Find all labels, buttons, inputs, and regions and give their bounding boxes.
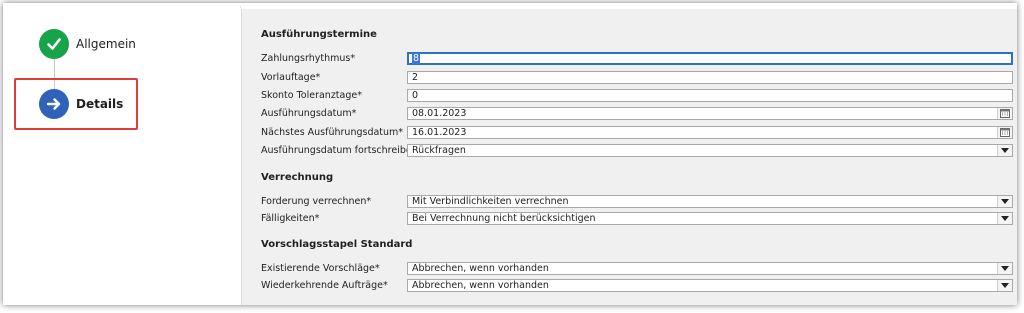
field-label: Ausführungsdatum* bbox=[261, 108, 357, 119]
wizard-step-label: Allgemein bbox=[76, 37, 136, 51]
chevron-down-icon[interactable] bbox=[997, 263, 1012, 274]
field-value: 0 bbox=[412, 90, 419, 101]
arrow-right-icon bbox=[39, 89, 69, 119]
field-value: 08.01.2023 bbox=[412, 108, 467, 119]
field-value: Mit Verbindlichkeiten verrechnen bbox=[412, 196, 569, 207]
zahlungsrhythmus-input[interactable]: 8 bbox=[407, 52, 1013, 65]
wizard-step-details[interactable]: Details bbox=[39, 89, 123, 119]
field-label: Forderung verrechnen* bbox=[261, 196, 372, 207]
section-title-verrechnung: Verrechnung bbox=[261, 172, 334, 183]
wiederkehrende-auftraege-select[interactable]: Abbrechen, wenn vorhanden bbox=[407, 279, 1013, 292]
field-value: Abbrechen, wenn vorhanden bbox=[412, 263, 549, 274]
wizard-nav: Allgemein Details bbox=[3, 3, 240, 305]
field-label: Fälligkeiten* bbox=[261, 213, 320, 224]
section-title-vorschlagsstapel: Vorschlagsstapel Standard bbox=[261, 239, 413, 250]
field-value: 8 bbox=[412, 53, 421, 64]
skonto-toleranztage-input[interactable]: 0 bbox=[407, 89, 1013, 102]
details-form: Ausführungstermine Zahlungsrhythmus* 8 V… bbox=[241, 9, 1017, 305]
naechstes-ausfuehrungsdatum-input[interactable]: 16.01.2023 bbox=[407, 126, 1013, 139]
dialog-frame: Allgemein Details Ausführungstermine Zah… bbox=[3, 3, 1017, 305]
field-label: Skonto Toleranztage* bbox=[261, 90, 362, 101]
chevron-down-icon[interactable] bbox=[997, 196, 1012, 207]
calendar-icon[interactable] bbox=[997, 127, 1012, 138]
forderung-verrechnen-select[interactable]: Mit Verbindlichkeiten verrechnen bbox=[407, 195, 1013, 208]
field-value: Rückfragen bbox=[412, 145, 466, 156]
field-label: Vorlauftage* bbox=[261, 72, 321, 83]
section-title-ausfuehrungstermine: Ausführungstermine bbox=[261, 29, 377, 40]
wizard-step-label: Details bbox=[76, 97, 124, 111]
ausfuehrungsdatum-fortschreiben-select[interactable]: Rückfragen bbox=[407, 144, 1013, 157]
chevron-down-icon[interactable] bbox=[997, 280, 1012, 291]
faelligkeiten-select[interactable]: Bei Verrechnung nicht berücksichtigen bbox=[407, 212, 1013, 225]
field-value: Abbrechen, wenn vorhanden bbox=[412, 280, 549, 291]
vorlauftage-input[interactable]: 2 bbox=[407, 71, 1013, 84]
field-value: 2 bbox=[412, 72, 419, 83]
field-label: Existierende Vorschläge* bbox=[261, 263, 380, 274]
chevron-down-icon[interactable] bbox=[997, 213, 1012, 224]
existierende-vorschlaege-select[interactable]: Abbrechen, wenn vorhanden bbox=[407, 262, 1013, 275]
wizard-step-allgemein[interactable]: Allgemein bbox=[39, 29, 136, 59]
field-value: 16.01.2023 bbox=[412, 127, 467, 138]
field-label: Ausführungsdatum fortschreiben* bbox=[261, 145, 423, 156]
field-label: Nächstes Ausführungsdatum* bbox=[261, 127, 404, 138]
chevron-down-icon[interactable] bbox=[997, 145, 1012, 156]
check-icon bbox=[39, 29, 69, 59]
field-value: Bei Verrechnung nicht berücksichtigen bbox=[412, 213, 596, 224]
calendar-icon[interactable] bbox=[997, 108, 1012, 119]
field-label: Wiederkehrende Aufträge* bbox=[261, 280, 388, 291]
ausfuehrungsdatum-input[interactable]: 08.01.2023 bbox=[407, 107, 1013, 120]
field-label: Zahlungsrhythmus* bbox=[261, 53, 356, 64]
